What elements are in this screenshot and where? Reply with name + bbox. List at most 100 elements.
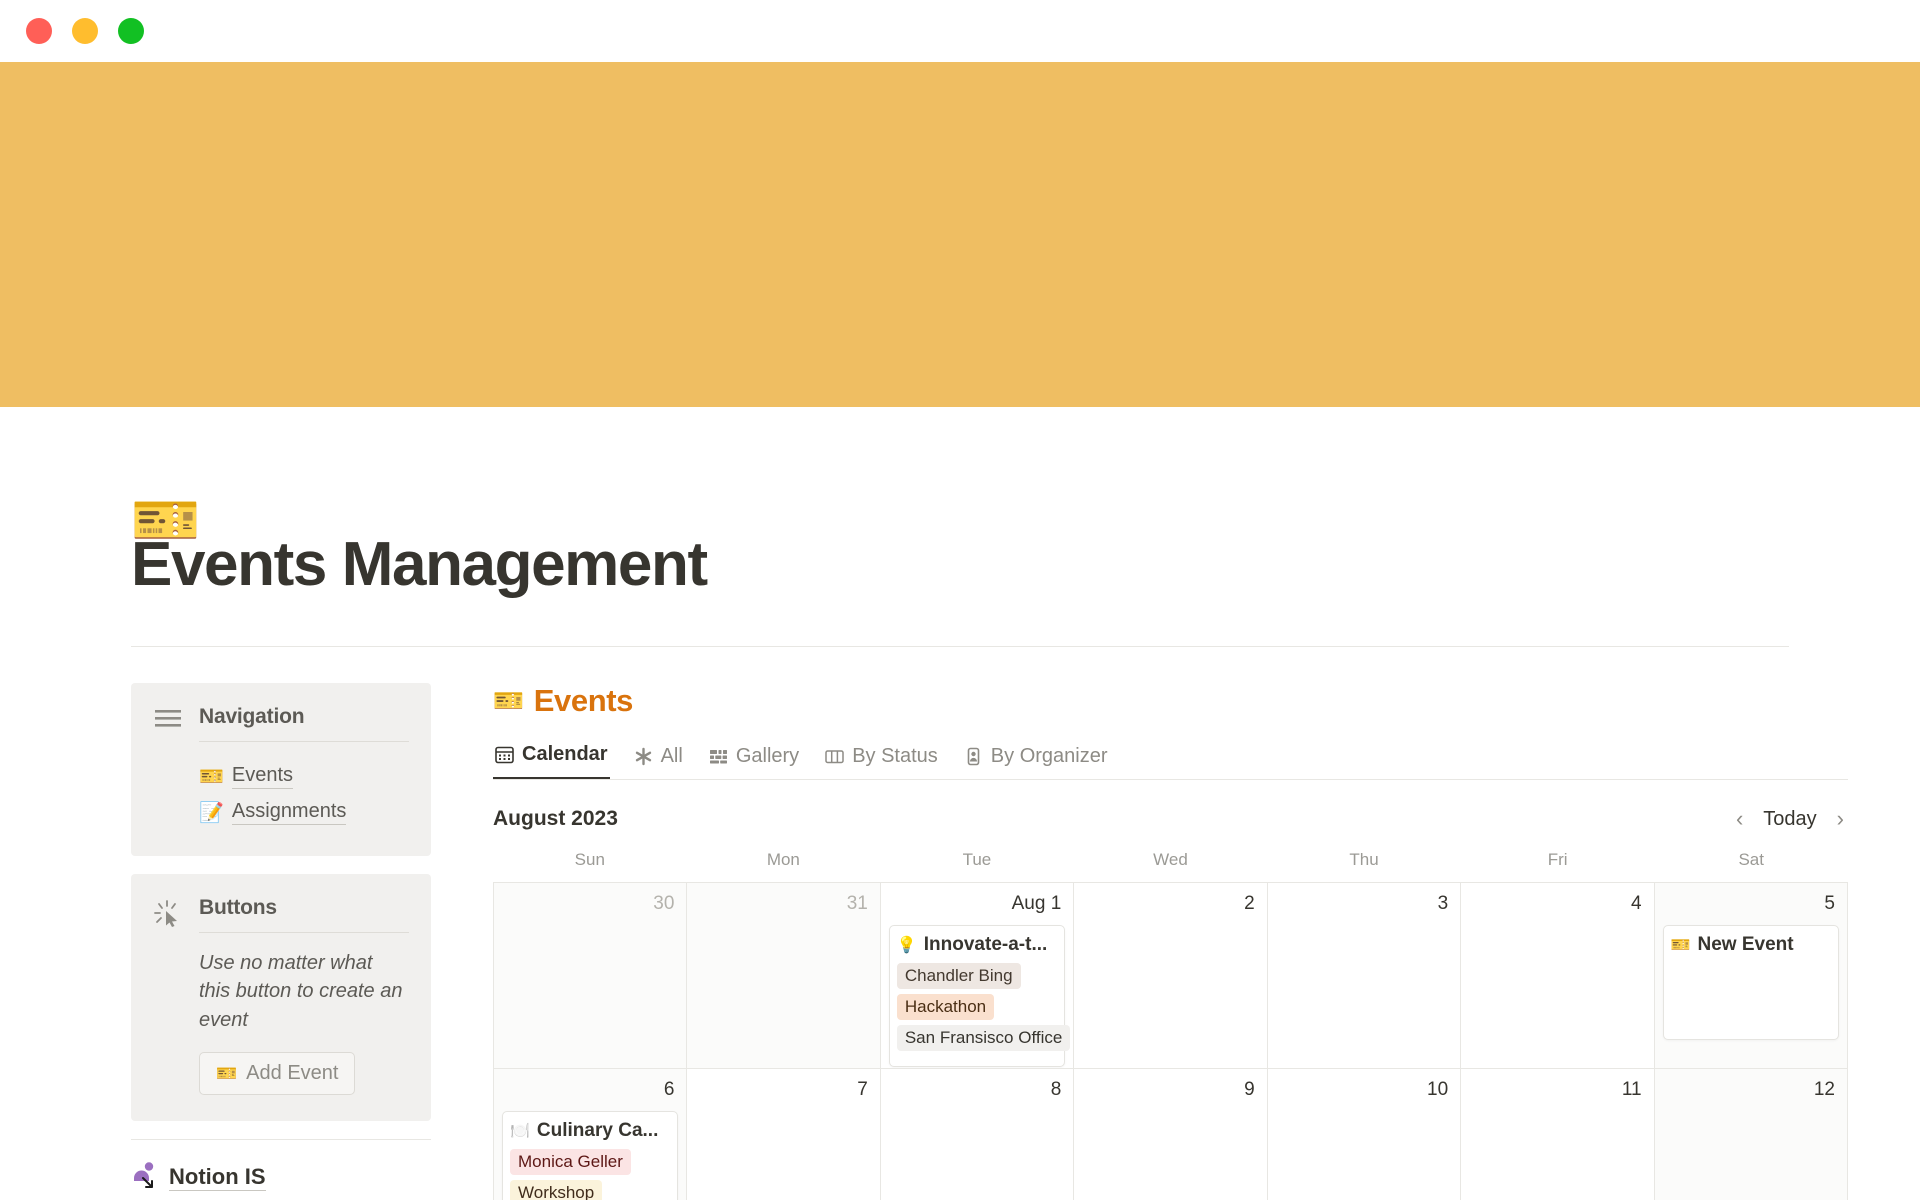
notion-is-label: Notion IS [169,1163,266,1191]
event-title-label: New Event [1697,934,1794,955]
buttons-heading: Buttons [199,896,277,919]
calendar-day-cell[interactable]: 3 [1267,883,1462,1069]
page-cover[interactable] [0,62,1920,407]
event-title-label: Culinary Ca... [536,1120,659,1141]
asterisk-icon [634,747,653,766]
close-window-button[interactable] [26,18,52,44]
main-column: 🎫 Events Calendar All Gallery By Status … [493,683,1920,1200]
weekday-header: Wed [1153,850,1188,869]
calendar-day-number: 7 [857,1079,868,1100]
calendar-icon [495,745,514,764]
buttons-description: Use no matter what this button to create… [199,952,403,1031]
calendar-nav: ‹ Today › [1732,806,1848,832]
memo-icon: 📝 [199,801,224,824]
sidebar-item-events-label: Events [231,763,294,789]
buttons-divider [199,932,409,933]
sidebar-item-assignments[interactable]: 📝 Assignments [199,794,409,830]
event-tag: Monica Geller [510,1149,631,1175]
calendar-day-cell[interactable]: 31 [687,883,881,1069]
calendar-day-cell[interactable]: 4 [1461,883,1655,1069]
tab-by-status[interactable]: By Status [823,741,940,779]
calendar-grid: 30 31 Aug 1 💡 Innovate-a-t... Chandler Bing Ha… [493,882,1848,1200]
weekday-header: Sat [1738,850,1764,869]
calendar-event-card[interactable]: 🎫 New Event [1662,925,1839,1040]
event-emoji-icon: 🎫 [1670,937,1691,954]
calendar-day-cell[interactable]: 10 [1267,1069,1462,1200]
calendar-day-cell[interactable]: 9 [1074,1069,1268,1200]
tab-by-status-label: By Status [852,745,938,767]
calendar-day-number: 3 [1437,893,1449,914]
tab-by-organizer[interactable]: By Organizer [962,741,1110,779]
calendar-day-number: 31 [846,893,868,914]
calendar-day-cell[interactable]: 5 🎫 New Event [1654,883,1848,1069]
tab-gallery[interactable]: Gallery [707,741,801,779]
sidebar-column: Navigation 🎫 Events 📝 Assignments Button… [131,683,431,1200]
calendar-day-number: 30 [653,893,675,914]
calendar-day-cell[interactable]: 30 [494,883,688,1069]
calendar-day-cell[interactable]: 8 [880,1069,1075,1200]
calendar-day-number: 8 [1050,1079,1062,1100]
database-title[interactable]: 🎫 Events [493,683,1848,719]
calendar-day-number: 10 [1427,1079,1449,1100]
calendar-day-number: 4 [1630,893,1642,914]
event-title: 💡 Innovate-a-t... [897,934,1057,956]
calendar-day-cell[interactable]: Aug 1 💡 Innovate-a-t... Chandler Bing Hackat… [880,883,1075,1069]
view-tabs: Calendar All Gallery By Status By Organi… [493,739,1848,780]
weekday-header: Thu [1349,850,1379,869]
tab-all-label: All [660,745,683,767]
weekday-header: Mon [766,850,800,869]
page-columns: Navigation 🎫 Events 📝 Assignments Button… [131,683,1920,1200]
calendar-day-number: 12 [1813,1079,1835,1100]
calendar-day-number: Aug 1 [1011,893,1062,914]
sidebar-item-assignments-label: Assignments [231,799,347,825]
maximize-window-button[interactable] [118,18,144,44]
event-tag: Chandler Bing [896,963,1021,989]
calendar-event-card[interactable]: 🍽️ Culinary Ca... Monica Geller Workshop [502,1111,679,1200]
tab-all[interactable]: All [632,741,685,779]
today-button[interactable]: Today [1763,808,1816,831]
add-event-button[interactable]: 🎫 Add Event [199,1052,356,1096]
calendar-week-row: 30 31 Aug 1 💡 Innovate-a-t... Chandler Bing Ha… [494,883,1848,1069]
tab-calendar-label: Calendar [522,743,608,765]
page-title[interactable]: Events Management [131,529,1920,600]
calendar-day-cell[interactable]: 12 [1654,1069,1848,1200]
gallery-icon [709,747,728,766]
calendar-day-number: 2 [1244,893,1255,914]
title-divider [131,646,1789,647]
navigation-callout: Navigation 🎫 Events 📝 Assignments [131,683,431,856]
ticket-icon: 🎫 [493,686,524,715]
buttons-callout: Buttons Use no matter what this button t… [131,874,431,1122]
calendar-day-number: 9 [1244,1079,1255,1100]
next-month-button[interactable]: › [1833,806,1848,832]
sidebar-item-events[interactable]: 🎫 Events [199,758,409,794]
prev-month-button[interactable]: ‹ [1732,806,1747,832]
event-tag: San Fransisco Office [896,1025,1071,1051]
calendar-day-cell[interactable]: 6 🍽️ Culinary Ca... Monica Geller Workshop [494,1069,688,1200]
weekday-header: Fri [1547,850,1568,869]
page-content: 🎫 Events Management Navigation 🎫 Events … [0,489,1920,1200]
tab-calendar[interactable]: Calendar [493,739,610,779]
minimize-window-button[interactable] [72,18,98,44]
calendar-day-cell[interactable]: 11 [1461,1069,1655,1200]
ticket-icon: 🎫 [216,1063,238,1083]
click-icon [153,896,183,1095]
event-tag: Hackathon [896,994,995,1020]
ticket-icon: 🎫 [199,765,224,788]
sidebar-divider [131,1139,431,1141]
person-card-icon [964,747,983,766]
page-icon[interactable]: 🎫 [131,489,235,551]
calendar-month-label: August 2023 [493,807,618,830]
weekday-header: Tue [962,850,992,869]
event-title: 🍽️ Culinary Ca... [510,1120,670,1142]
calendar-day-number: 6 [663,1079,675,1100]
calendar-week-row: 6 🍽️ Culinary Ca... Monica Geller Workshop 7 8… [494,1069,1848,1200]
calendar-day-number: 5 [1824,893,1835,914]
notion-is-link[interactable]: Notion IS [131,1160,431,1194]
navigation-divider [199,741,409,742]
calendar-day-cell[interactable]: 7 [687,1069,881,1200]
calendar-event-card[interactable]: 💡 Innovate-a-t... Chandler Bing Hackathon Sa… [888,925,1071,1067]
event-title-label: Innovate-a-t... [923,934,1048,955]
event-title: 🎫 New Event [1671,934,1831,956]
calendar-day-cell[interactable]: 2 [1074,883,1268,1069]
person-link-icon [131,1160,159,1194]
